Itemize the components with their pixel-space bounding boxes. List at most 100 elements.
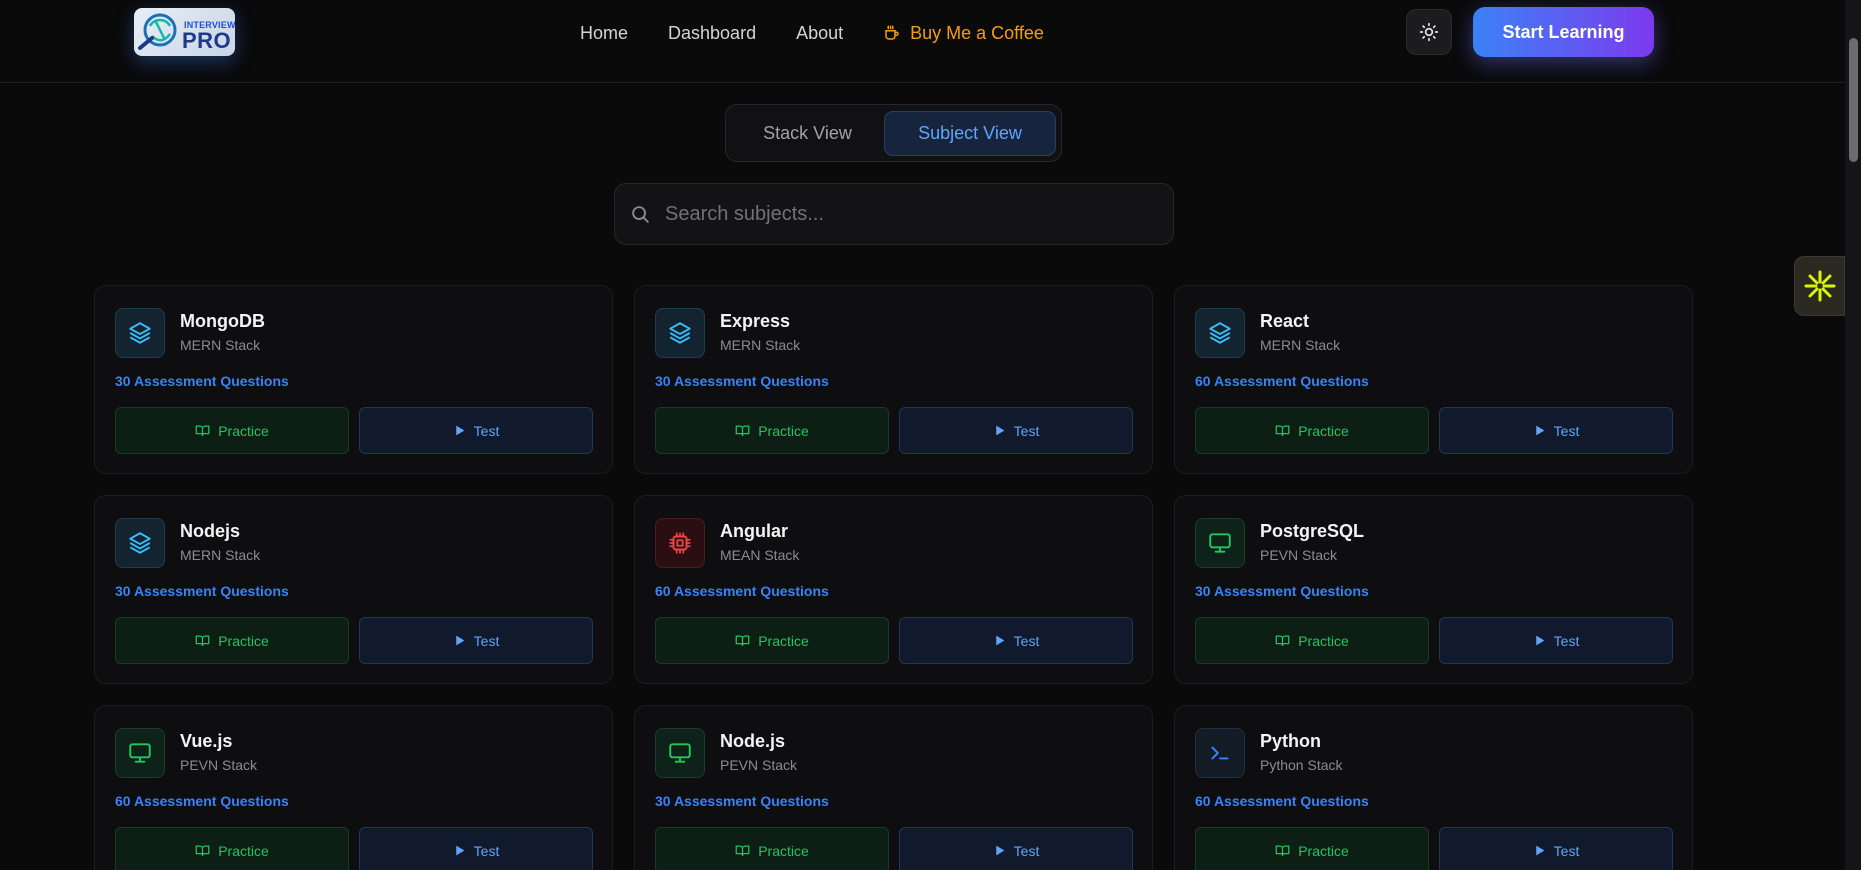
theme-toggle-button[interactable] (1406, 9, 1452, 55)
card-title: Node.js (720, 731, 786, 751)
practice-button[interactable]: Practice (115, 827, 349, 870)
scrollbar-thumb[interactable] (1849, 38, 1858, 162)
card-title: PostgreSQL (1260, 521, 1365, 541)
terminal-icon (1211, 746, 1229, 760)
nav-home[interactable]: Home (580, 23, 628, 44)
card-question-count: 60 Assessment Questions (655, 583, 829, 599)
layers-icon (129, 322, 151, 344)
book-open-icon (195, 845, 210, 857)
card-question-count: 30 Assessment Questions (655, 793, 829, 809)
logo-main-text: PRO (182, 28, 232, 53)
header: INTERVIEW PRO Home Dashboard About Buy M… (0, 0, 1845, 83)
start-learning-button[interactable]: Start Learning (1473, 7, 1654, 57)
card-icon (655, 728, 705, 778)
play-icon (455, 845, 465, 856)
book-open-icon (195, 425, 210, 437)
book-open-icon (195, 635, 210, 647)
play-icon (1535, 425, 1545, 436)
card-title: Express (720, 311, 791, 331)
practice-label: Practice (1298, 632, 1349, 649)
test-button[interactable]: Test (899, 827, 1133, 870)
book-open-icon (735, 425, 750, 437)
subject-card: MongoDB MERN Stack 30 Assessment Questions… (94, 285, 613, 474)
card-stack: MERN Stack (720, 337, 801, 353)
book-open-icon (735, 845, 750, 857)
layers-icon (669, 322, 691, 344)
card-icon (115, 728, 165, 778)
test-button[interactable]: Test (1439, 827, 1673, 870)
subject-card: Node.js PEVN Stack 30 Assessment Questions… (634, 705, 1153, 870)
practice-button[interactable]: Practice (115, 617, 349, 664)
card-stack: MERN Stack (180, 547, 261, 563)
card-question-count: 60 Assessment Questions (1195, 373, 1369, 389)
practice-label: Practice (758, 422, 809, 439)
play-icon (455, 635, 465, 646)
test-button[interactable]: Test (899, 407, 1133, 454)
test-label: Test (1013, 842, 1040, 859)
play-icon (1535, 845, 1545, 856)
subject-card: Nodejs MERN Stack 30 Assessment Questions P… (94, 495, 613, 684)
card-question-count: 60 Assessment Questions (1195, 793, 1369, 809)
test-label: Test (473, 632, 500, 649)
logo[interactable]: INTERVIEW PRO (134, 8, 235, 56)
test-label: Test (473, 422, 500, 439)
card-question-count: 30 Assessment Questions (115, 373, 289, 389)
play-icon (995, 635, 1005, 646)
card-stack: PEVN Stack (1260, 547, 1338, 563)
stack-view-tab[interactable]: Stack View (732, 111, 883, 156)
view-toggle: Stack View Subject View (725, 104, 1062, 162)
test-button[interactable]: Test (359, 407, 593, 454)
practice-label: Practice (758, 632, 809, 649)
test-button[interactable]: Test (359, 617, 593, 664)
card-title: Angular (720, 521, 789, 541)
coffee-label: Buy Me a Coffee (910, 22, 1044, 43)
test-button[interactable]: Test (899, 617, 1133, 664)
book-open-icon (1275, 635, 1290, 647)
practice-label: Practice (758, 842, 809, 859)
card-stack: Python Stack (1260, 757, 1343, 773)
nav-about[interactable]: About (796, 23, 843, 44)
search-input[interactable] (665, 194, 1155, 234)
card-question-count: 60 Assessment Questions (115, 793, 289, 809)
test-button[interactable]: Test (359, 827, 593, 870)
card-icon (1195, 518, 1245, 568)
subject-card: Python Python Stack 60 Assessment Question… (1174, 705, 1693, 870)
book-open-icon (1275, 845, 1290, 857)
side-widget-button[interactable] (1794, 256, 1845, 316)
cpu-icon (669, 532, 691, 554)
sun-icon (1419, 22, 1439, 42)
monitor-icon (129, 743, 151, 763)
card-icon (115, 518, 165, 568)
practice-button[interactable]: Practice (1195, 827, 1429, 870)
card-icon (1195, 308, 1245, 358)
card-stack: MEAN Stack (720, 547, 800, 563)
practice-button[interactable]: Practice (655, 407, 889, 454)
subject-card: Angular MEAN Stack 60 Assessment Questions… (634, 495, 1153, 684)
book-open-icon (735, 635, 750, 647)
practice-label: Practice (218, 632, 269, 649)
play-icon (1535, 635, 1545, 646)
nav-buy-me-a-coffee[interactable]: Buy Me a Coffee (883, 23, 1044, 44)
layers-icon (1209, 322, 1231, 344)
test-button[interactable]: Test (1439, 407, 1673, 454)
card-stack: MERN Stack (180, 337, 261, 353)
card-question-count: 30 Assessment Questions (1195, 583, 1369, 599)
practice-button[interactable]: Practice (115, 407, 349, 454)
subject-view-tab[interactable]: Subject View (884, 111, 1056, 156)
nav-dashboard[interactable]: Dashboard (668, 23, 756, 44)
play-icon (995, 425, 1005, 436)
practice-label: Practice (1298, 842, 1349, 859)
practice-button[interactable]: Practice (1195, 617, 1429, 664)
book-open-icon (1275, 425, 1290, 437)
search-icon (632, 206, 649, 223)
page-scrollbar[interactable] (1845, 0, 1861, 870)
practice-button[interactable]: Practice (1195, 407, 1429, 454)
test-label: Test (1553, 422, 1580, 439)
card-title: Vue.js (180, 731, 233, 751)
card-question-count: 30 Assessment Questions (655, 373, 829, 389)
card-icon (655, 518, 705, 568)
card-stack: PEVN Stack (180, 757, 258, 773)
practice-button[interactable]: Practice (655, 617, 889, 664)
practice-button[interactable]: Practice (655, 827, 889, 870)
test-button[interactable]: Test (1439, 617, 1673, 664)
